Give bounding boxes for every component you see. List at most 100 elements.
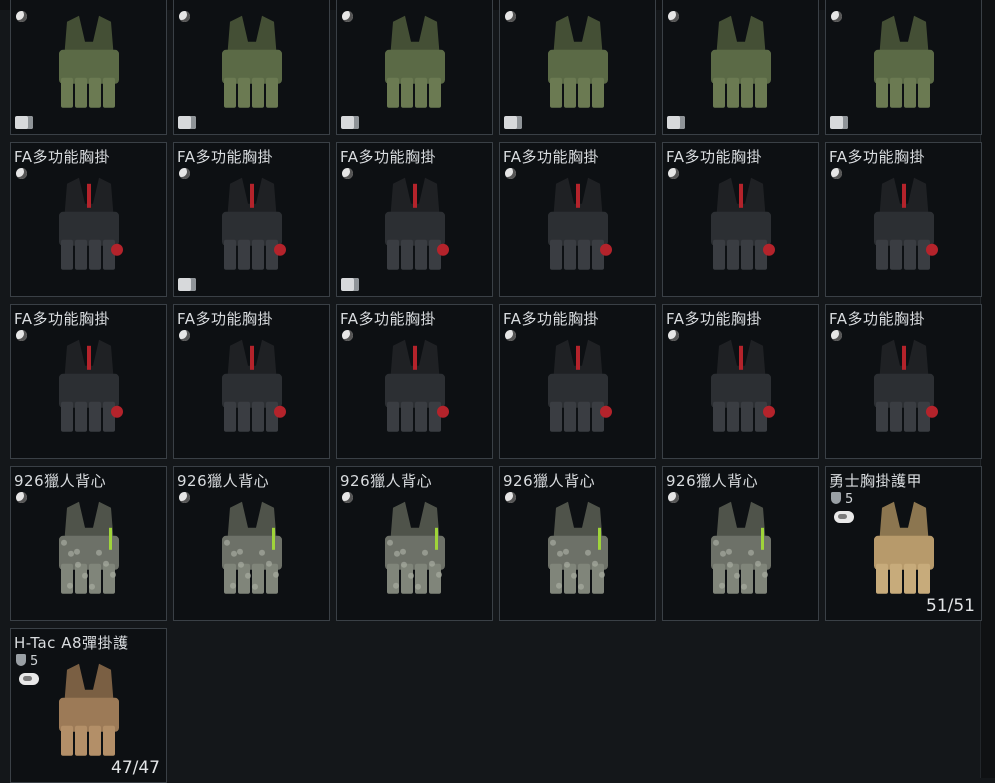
inventory-item[interactable]: FA多功能胸掛 — [499, 142, 656, 297]
container-icon — [15, 116, 33, 129]
vest-image — [221, 177, 286, 270]
item-name: FA多功能胸掛 — [503, 310, 600, 328]
vest-image — [873, 15, 934, 108]
player-marker-icon — [342, 168, 353, 179]
inventory-item[interactable]: FA多功能胸掛 — [662, 304, 819, 459]
container-icon — [830, 116, 848, 129]
container-icon — [504, 116, 522, 129]
player-marker-icon — [831, 330, 842, 341]
item-name: FA多功能胸掛 — [829, 310, 926, 328]
player-marker-icon — [831, 168, 842, 179]
player-marker-icon — [342, 330, 353, 341]
item-name: 926獵人背心 — [503, 472, 596, 490]
vest-image — [547, 339, 612, 432]
player-marker-icon — [16, 11, 27, 22]
player-marker-icon — [179, 492, 190, 503]
tag-bubble-icon — [834, 511, 854, 523]
player-marker-icon — [505, 168, 516, 179]
durability-value: 51/51 — [926, 596, 975, 616]
item-name: FA多功能胸掛 — [829, 148, 926, 166]
inventory-item[interactable]: FA多功能胸掛 — [173, 142, 330, 297]
vest-image — [873, 339, 938, 432]
player-marker-icon — [668, 492, 679, 503]
inventory-item[interactable]: 926獵人背心 — [499, 466, 656, 621]
vest-image — [58, 501, 119, 594]
inventory-item[interactable]: FA多功能胸掛 — [825, 304, 982, 459]
inventory-item[interactable] — [825, 0, 982, 135]
vest-image — [384, 15, 445, 108]
item-name: FA多功能胸掛 — [14, 148, 111, 166]
inventory-item[interactable] — [662, 0, 819, 135]
player-marker-icon — [505, 492, 516, 503]
armor-class-icon — [16, 654, 26, 666]
vest-image — [547, 501, 608, 594]
item-name: H-Tac A8彈掛護 — [14, 634, 129, 652]
vest-image — [58, 339, 123, 432]
inventory-item[interactable]: FA多功能胸掛 — [10, 142, 167, 297]
vest-image — [710, 501, 771, 594]
inventory-item[interactable]: FA多功能胸掛 — [336, 304, 493, 459]
inventory-item[interactable]: 926獵人背心 — [662, 466, 819, 621]
inventory-item[interactable] — [10, 0, 167, 135]
vest-image — [221, 501, 282, 594]
durability-value: 47/47 — [111, 758, 160, 778]
item-name: 926獵人背心 — [14, 472, 107, 490]
player-marker-icon — [179, 11, 190, 22]
inventory-item[interactable] — [336, 0, 493, 135]
armor-class-value: 5 — [30, 654, 39, 669]
container-icon — [178, 278, 196, 291]
item-name: FA多功能胸掛 — [503, 148, 600, 166]
player-marker-icon — [668, 330, 679, 341]
inventory-item[interactable]: FA多功能胸掛 — [173, 304, 330, 459]
tag-bubble-icon — [19, 673, 39, 685]
inventory-item[interactable]: FA多功能胸掛 — [499, 304, 656, 459]
item-name: FA多功能胸掛 — [666, 148, 763, 166]
item-name: 926獵人背心 — [666, 472, 759, 490]
player-marker-icon — [16, 492, 27, 503]
armor-class: 5 — [831, 492, 853, 507]
player-marker-icon — [342, 11, 353, 22]
item-name: FA多功能胸掛 — [177, 310, 274, 328]
inventory-item[interactable]: FA多功能胸掛 — [662, 142, 819, 297]
player-marker-icon — [179, 168, 190, 179]
player-marker-icon — [342, 492, 353, 503]
inventory-item[interactable]: 926獵人背心 — [10, 466, 167, 621]
item-name: 勇士胸掛護甲 — [829, 472, 923, 490]
inventory-item[interactable] — [499, 0, 656, 135]
vest-image — [58, 15, 119, 108]
container-icon — [178, 116, 196, 129]
player-marker-icon — [16, 168, 27, 179]
armor-class-value: 5 — [845, 492, 854, 507]
vest-image — [221, 339, 286, 432]
armor-class-icon — [831, 492, 841, 504]
item-name: FA多功能胸掛 — [177, 148, 274, 166]
vest-image — [384, 177, 449, 270]
vest-image — [547, 177, 612, 270]
vest-image — [547, 15, 608, 108]
vest-image — [710, 177, 775, 270]
item-name: FA多功能胸掛 — [340, 148, 437, 166]
player-marker-icon — [668, 168, 679, 179]
container-icon — [667, 116, 685, 129]
player-marker-icon — [505, 11, 516, 22]
inventory-item[interactable]: FA多功能胸掛 — [825, 142, 982, 297]
vest-image — [873, 177, 938, 270]
inventory-scrollbar[interactable] — [980, 0, 995, 778]
inventory-item[interactable]: 926獵人背心 — [336, 466, 493, 621]
inventory-item[interactable]: FA多功能胸掛 — [336, 142, 493, 297]
vest-image — [384, 501, 445, 594]
inventory-grid: FA多功能胸掛 FA多功能胸掛 FA多功能胸掛 FA多功能胸掛 FA多功能胸掛 … — [10, 0, 982, 783]
vest-image — [384, 339, 449, 432]
item-name: 926獵人背心 — [340, 472, 433, 490]
inventory-item[interactable]: 勇士胸掛護甲 5 51/51 — [825, 466, 982, 621]
container-icon — [341, 278, 359, 291]
vest-image — [58, 663, 119, 756]
inventory-item[interactable]: 926獵人背心 — [173, 466, 330, 621]
inventory-item[interactable]: H-Tac A8彈掛護 5 47/47 — [10, 628, 167, 783]
player-marker-icon — [179, 330, 190, 341]
player-marker-icon — [16, 330, 27, 341]
inventory-item[interactable]: FA多功能胸掛 — [10, 304, 167, 459]
player-marker-icon — [505, 330, 516, 341]
container-icon — [341, 116, 359, 129]
inventory-item[interactable] — [173, 0, 330, 135]
